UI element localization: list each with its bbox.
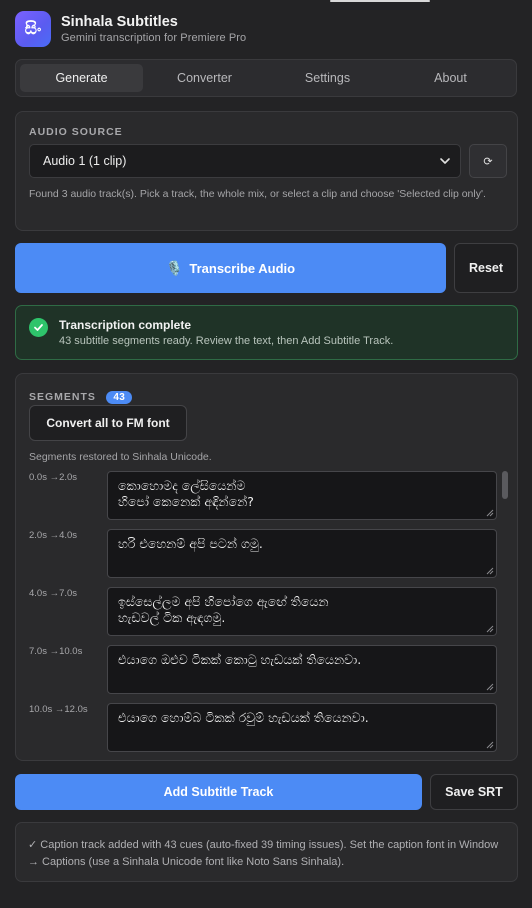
status-message: 43 subtitle segments ready. Review the t… [59,335,394,347]
segment-list: 0.0s →2.0s කොහොමද ලේසියෙන්ම හිපෝ කෙනෙක් … [29,469,499,759]
add-subtitle-track-label: Add Subtitle Track [163,785,274,799]
segment-text-input[interactable]: කොහොමද ලේසියෙන්ම හිපෝ කෙනෙක් අඳින්නේ? [107,471,497,520]
audio-source-card: AUDIO SOURCE Audio 1 (1 clip) ⟳ Found 3 … [15,111,518,231]
segments-header: SEGMENTS 43 [29,387,133,405]
tab-settings[interactable]: Settings [266,64,389,92]
segment-text-input[interactable]: එයාගෙ හොම්බ ටිකක් රවුම් හැඩයක් තියෙනවා. [107,703,497,752]
resize-handle-icon[interactable] [486,509,494,517]
convert-fm-font-label: Convert all to FM font [46,416,170,430]
audio-source-value: Audio 1 (1 clip) [43,154,127,168]
app-logo-icon: සිං [15,11,51,47]
save-srt-button[interactable]: Save SRT [430,774,518,810]
segment-count-badge: 43 [106,391,133,404]
tab-generate[interactable]: Generate [20,64,143,92]
tab-about[interactable]: About [389,64,512,92]
refresh-icon: ⟳ [483,155,493,168]
audio-source-hint: Found 3 audio track(s). Pick a track, th… [29,188,486,200]
caption-result-text: ✓ Caption track added with 43 cues (auto… [28,839,499,868]
tab-converter[interactable]: Converter [143,64,266,92]
app-header: සිං Sinhala Subtitles Gemini transcripti… [15,11,515,47]
app-title: Sinhala Subtitles [61,13,178,30]
segment-time: 7.0s →10.0s [29,646,83,657]
segment-row: 0.0s →2.0s කොහොමද ලේසියෙන්ම හිපෝ කෙනෙක් … [29,471,499,521]
save-srt-label: Save SRT [445,785,503,799]
audio-source-select[interactable]: Audio 1 (1 clip) [29,144,461,178]
resize-handle-icon[interactable] [486,625,494,633]
transcribe-audio-button[interactable]: 🎙️ Transcribe Audio [15,243,446,293]
transcribe-label: Transcribe Audio [189,260,296,276]
status-title: Transcription complete [59,318,192,332]
transcription-status: Transcription complete 43 subtitle segme… [15,305,518,360]
segments-card: SEGMENTS 43 Convert all to FM font Segme… [15,373,518,761]
top-strip [330,0,430,2]
segment-time: 0.0s →2.0s [29,472,78,483]
segment-row: 7.0s →10.0s එයාගෙ ඔළුව ටිකක් කොටු හැඩයක්… [29,645,499,695]
chevron-down-icon [440,158,450,164]
caption-result-message: ✓ Caption track added with 43 cues (auto… [15,822,518,882]
segment-row: 10.0s →12.0s එයාගෙ හොම්බ ටිකක් රවුම් හැඩ… [29,703,499,753]
resize-handle-icon[interactable] [486,567,494,575]
segment-text: ඉස්සෙල්ලම අපි හිපෝගෙ ඇඟේ තියෙන හැඩවල් ටි… [118,594,329,625]
segment-row: 2.0s →4.0s හරි එහෙනම් අපි පටන් ගමු. [29,529,499,579]
segment-row: 4.0s →7.0s ඉස්සෙල්ලම අපි හිපෝගෙ ඇඟේ තියෙ… [29,587,499,637]
segment-text-input[interactable]: එයාගෙ ඔළුව ටිකක් කොටු හැඩයක් තියෙනවා. [107,645,497,694]
segment-text-input[interactable]: හරි එහෙනම් අපි පටන් ගමු. [107,529,497,578]
refresh-button[interactable]: ⟳ [469,144,507,178]
add-subtitle-track-button[interactable]: Add Subtitle Track [15,774,422,810]
segment-text: හරි එහෙනම් අපි පටන් ගමු. [118,536,263,551]
reset-label: Reset [468,261,504,275]
scrollbar-thumb[interactable] [502,471,508,499]
segments-restored-note: Segments restored to Sinhala Unicode. [29,451,212,463]
resize-handle-icon[interactable] [486,683,494,691]
app-subtitle: Gemini transcription for Premiere Pro [61,31,247,44]
tab-bar: Generate Converter Settings About [15,59,517,97]
segment-time: 10.0s →12.0s [29,704,88,715]
segment-time: 2.0s →4.0s [29,530,78,541]
app-titles: Sinhala Subtitles Gemini transcription f… [61,14,246,45]
segment-text: කොහොමද ලේසියෙන්ම හිපෝ කෙනෙක් අඳින්නේ? [118,478,254,509]
reset-button[interactable]: Reset [454,243,518,293]
segment-text-input[interactable]: ඉස්සෙල්ලම අපි හිපෝගෙ ඇඟේ තියෙන හැඩවල් ටි… [107,587,497,636]
segment-text: එයාගෙ හොම්බ ටිකක් රවුම් හැඩයක් තියෙනවා. [118,710,369,725]
resize-handle-icon[interactable] [486,741,494,749]
segment-text: එයාගෙ ඔළුව ටිකක් කොටු හැඩයක් තියෙනවා. [118,652,362,667]
convert-fm-font-button[interactable]: Convert all to FM font [29,405,187,441]
audio-source-label: AUDIO SOURCE [29,126,123,138]
segments-label: SEGMENTS [29,391,96,403]
segment-time: 4.0s →7.0s [29,588,78,599]
segment-scrollbar[interactable] [502,469,508,759]
microphone-icon: 🎙️ [165,259,184,276]
check-circle-icon [29,318,48,337]
